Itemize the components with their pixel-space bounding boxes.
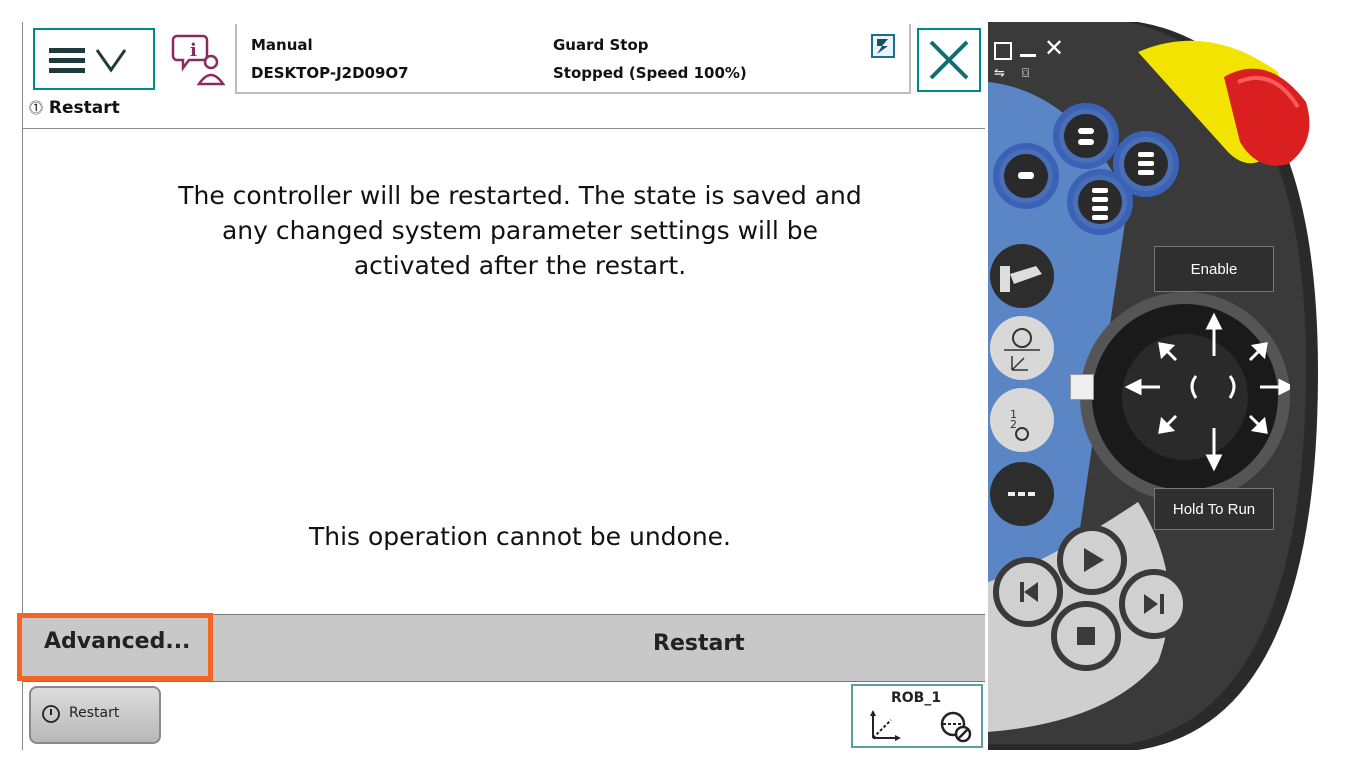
axis-toggle-button[interactable]: 12	[990, 388, 1054, 452]
top-bar: i Manual DESKTOP-J2D09O7 Guard Stop Stop…	[23, 22, 985, 122]
undo-warning: This operation cannot be undone.	[308, 522, 732, 551]
status-bar[interactable]: Manual DESKTOP-J2D09O7 Guard Stop Stoppe…	[235, 24, 911, 94]
enable-label: Enable	[1190, 261, 1238, 278]
quickset-robot-button[interactable]: ROB_1	[851, 684, 983, 748]
program-execution-keys	[993, 525, 1189, 671]
controller-name: DESKTOP-J2D09O7	[251, 64, 409, 82]
swap-icon[interactable]: ⇋	[994, 66, 1005, 81]
key-1[interactable]	[993, 143, 1059, 209]
power-icon	[42, 705, 60, 723]
page-title-label: Restart	[48, 98, 120, 118]
reorient-icon	[1004, 328, 1040, 371]
restart-message: The controller will be restarted. The st…	[178, 181, 862, 280]
tool-disabled-icon	[940, 711, 972, 743]
programmable-keys	[993, 103, 1179, 235]
flexpendant-screen: i Manual DESKTOP-J2D09O7 Guard Stop Stop…	[17, 22, 985, 750]
step-backward-button[interactable]	[993, 557, 1063, 627]
task-restart-button[interactable]: Restart	[29, 686, 161, 744]
event-log-icon[interactable]: i	[171, 30, 227, 88]
increment-icon	[1008, 492, 1035, 496]
joystick[interactable]	[1080, 292, 1290, 502]
close-button[interactable]	[917, 28, 981, 92]
power-icon: ⓵	[29, 101, 43, 117]
action-bar: Advanced... Restart	[17, 613, 985, 682]
robot-arm-icon	[1000, 266, 1042, 292]
safety-state: Guard Stop	[553, 36, 649, 54]
svg-text:i: i	[190, 40, 197, 61]
restart-button[interactable]: Restart	[209, 615, 985, 679]
controller-state: Stopped (Speed 100%)	[553, 64, 747, 82]
window-controls: ✕ ⇋ ⌼	[994, 36, 1074, 88]
usb-port-icon	[1070, 374, 1094, 400]
select-mechanical-unit-button[interactable]	[990, 244, 1054, 308]
key-4[interactable]	[1067, 169, 1133, 235]
taskbar: Restart ROB_1	[23, 682, 985, 750]
svg-text:2: 2	[1010, 418, 1017, 431]
hold-to-run-label: Hold To Run	[1172, 501, 1256, 518]
screenshot-icon[interactable]: ⌼	[1022, 66, 1029, 81]
start-button[interactable]	[1057, 525, 1127, 595]
axis-icon: 12	[1010, 408, 1029, 441]
step-forward-button[interactable]	[1119, 569, 1189, 639]
close-window-icon[interactable]: ✕	[1044, 36, 1064, 60]
task-restart-label: Restart	[69, 705, 120, 721]
virtual-flexpendant: ✕ ⇋ ⌼ 12 Enable Hold To Run	[988, 22, 1349, 750]
linear-reorient-button[interactable]	[990, 316, 1054, 380]
enable-button[interactable]: Enable	[1154, 246, 1274, 292]
close-icon	[929, 40, 969, 80]
motors-status-icon	[871, 34, 895, 58]
hamburger-chevron-icon	[49, 48, 127, 73]
key-2[interactable]	[1053, 103, 1119, 169]
operating-mode: Manual	[251, 36, 313, 54]
robot-name: ROB_1	[891, 690, 942, 706]
page-title: ⓵ Restart	[29, 98, 120, 118]
main-menu-button[interactable]	[33, 28, 155, 90]
joystick-arrows-icon	[1124, 312, 1290, 472]
restart-button-label: Restart	[653, 631, 745, 656]
advanced-button-label: Advanced...	[44, 629, 191, 654]
coordinate-system-icon	[870, 710, 901, 741]
maximize-icon[interactable]	[994, 42, 1012, 60]
stop-button[interactable]	[1051, 601, 1121, 671]
advanced-button[interactable]: Advanced...	[17, 613, 213, 681]
increment-button[interactable]	[990, 462, 1054, 526]
divider	[23, 128, 985, 129]
minimize-icon[interactable]	[1020, 54, 1036, 57]
